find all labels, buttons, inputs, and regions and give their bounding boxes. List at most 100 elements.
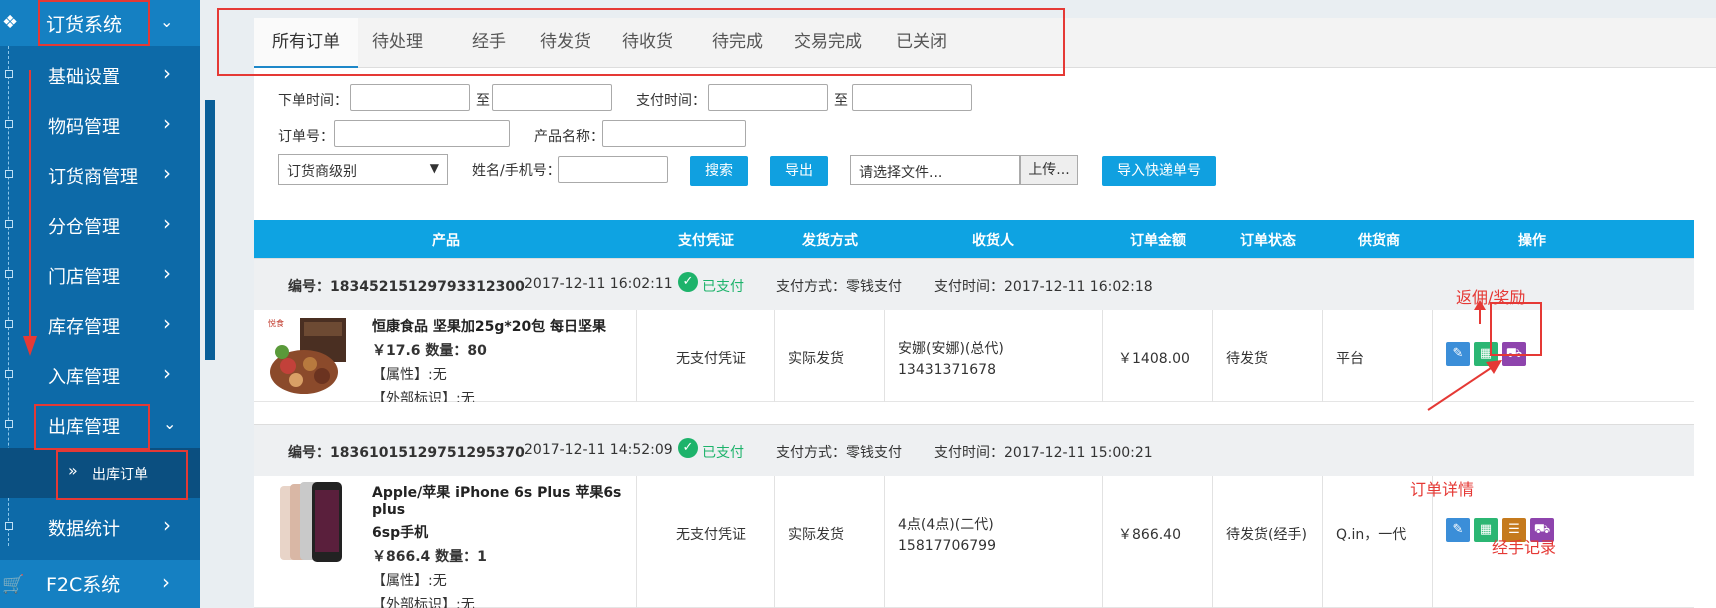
check-circle-icon: ✓ [678,272,698,292]
tree-node-icon [5,120,13,128]
chevron-right-icon: › [163,261,171,285]
product-thumbnail: 悦食 [266,314,350,398]
tree-node-icon [5,270,13,278]
annotation-order-detail: 订单详情 [1410,480,1475,499]
order-time: 2017-12-11 14:52:09 [524,442,673,458]
tree-node-icon [5,370,13,378]
product-info: 恒康食品 坚果加25g*20包 每日坚果 ￥17.6 数量：80 【属性】:无 … [372,316,642,408]
chevron-right-icon: › [163,61,171,85]
receiver-name: 4点(4点)(二代) [898,517,994,533]
order-number: 编号：18361015129751295370 [288,445,525,461]
shipping-method: 实际发货 [788,527,844,543]
product-name-line1[interactable]: Apple/苹果 iPhone 6s Plus 苹果6s plus [372,482,634,518]
sidebar-item-f2c-system[interactable]: 🛒 F2C系统 › [0,560,200,608]
highlight-box [1490,302,1542,356]
supplier: Q.in，一代 [1336,527,1407,543]
receiver-phone: 13431371678 [898,362,996,378]
chevron-right-icon: › [163,361,171,385]
cart-icon: 🛒 [2,574,25,595]
annotation-arrow [1474,300,1486,324]
order-no-input[interactable] [334,120,510,147]
order-header: 编号：18361015129751295370 2017-12-11 14:52… [254,424,1694,476]
check-circle-icon: ✓ [678,438,698,458]
chevron-right-icon: › [162,570,170,594]
product-thumbnail [266,480,350,564]
receiver-name: 安娜(安娜)(总代) [898,341,1004,357]
pay-time-end-input[interactable] [852,84,972,111]
cell-divider [1102,476,1103,608]
chevron-right-icon: › [163,111,171,135]
product-name[interactable]: 恒康食品 坚果加25g*20包 每日坚果 [372,316,642,336]
product-name-line2[interactable]: 6sp手机 [372,522,634,542]
search-button[interactable]: 搜索 [690,156,748,186]
cell-divider [636,310,637,402]
cell-divider [884,476,885,608]
product-attr: 【属性】:无 [372,367,447,383]
receiver: 安娜(安娜)(总代) 13431371678 [898,338,1004,378]
tree-node-icon [5,522,13,530]
order-time-end-input[interactable] [492,84,612,111]
th-status: 订单状态 [1240,233,1296,249]
to-label: 至 [834,93,848,109]
order-status: 待发货(经手) [1226,527,1307,543]
receiver: 4点(4点)(二代) 15817706799 [898,514,996,554]
dealer-level-select[interactable]: 订货商级别 ▼ [278,154,448,185]
cell-divider [1212,476,1213,608]
cell-divider [1212,310,1213,402]
chevron-right-icon: › [163,513,171,537]
sidebar-item-label: F2C系统 [46,574,121,596]
cell-divider [1322,310,1323,402]
th-receiver: 收货人 [972,233,1014,249]
receiver-phone: 15817706799 [898,538,996,554]
paid-status: 已支付 [702,279,744,295]
chevron-right-icon: › [163,311,171,335]
annotation-rebate: 返佣/奖励 [1456,288,1526,307]
highlight-box [38,0,150,46]
to-label: 至 [476,93,490,109]
cell-divider [774,310,775,402]
pay-time-label: 支付时间： [636,93,706,109]
import-tracking-button[interactable]: 导入快递单号 [1102,156,1216,186]
chevron-right-icon: › [163,211,171,235]
table-row: Apple/苹果 iPhone 6s Plus 苹果6s plus 6sp手机 … [254,476,1694,608]
paid-status: 已支付 [702,445,744,461]
pay-time: 支付时间：2017-12-11 16:02:18 [934,279,1153,295]
pay-method: 支付方式：零钱支付 [776,279,902,295]
export-button[interactable]: 导出 [770,156,828,186]
tree-node-icon [5,70,13,78]
order-status: 待发货 [1226,351,1268,367]
highlight-box [56,450,188,500]
edit-icon[interactable]: ✎ [1446,518,1470,542]
sidebar-item-data-statistics[interactable]: 数据统计 › [0,502,200,552]
tree-node-icon [5,170,13,178]
table-header: 产品 支付凭证 发货方式 收货人 订单金额 订单状态 供货商 操作 [254,220,1694,258]
order-amount: ￥866.40 [1118,527,1181,543]
th-shipping: 发货方式 [802,233,858,249]
sidebar-item-label: 门店管理 [48,267,120,288]
tree-node-icon [5,420,13,428]
dealer-level-value: 订货商级别 [287,164,357,180]
th-supplier: 供货商 [1358,233,1400,249]
th-actions: 操作 [1518,233,1546,249]
shipping-method: 实际发货 [788,351,844,367]
sidebar-item-label: 库存管理 [48,317,120,338]
chevron-right-icon: › [163,161,171,185]
cubes-icon: ❖ [2,12,19,33]
product-attr: 【属性】:无 [372,573,447,589]
product-info: Apple/苹果 iPhone 6s Plus 苹果6s plus 6sp手机 … [372,482,634,608]
sidebar-scrollbar[interactable] [205,100,215,360]
price-quantity: ￥866.4 数量：1 [372,549,487,565]
order-no-label: 订单号： [278,129,334,145]
pay-method: 支付方式：零钱支付 [776,445,902,461]
upload-button[interactable]: 上传... [1020,155,1078,185]
pay-time-start-input[interactable] [708,84,828,111]
caret-down-icon: ▼ [429,161,439,175]
annotation-arrow [1427,360,1502,411]
sidebar-item-label: 基础设置 [48,67,120,88]
product-name-input[interactable] [602,120,746,147]
name-phone-input[interactable] [558,156,668,183]
order-time-start-input[interactable] [350,84,470,111]
file-input[interactable]: 请选择文件... [850,155,1020,185]
order-time-label: 下单时间： [278,93,348,109]
chevron-down-icon: ⌄ [160,12,174,31]
